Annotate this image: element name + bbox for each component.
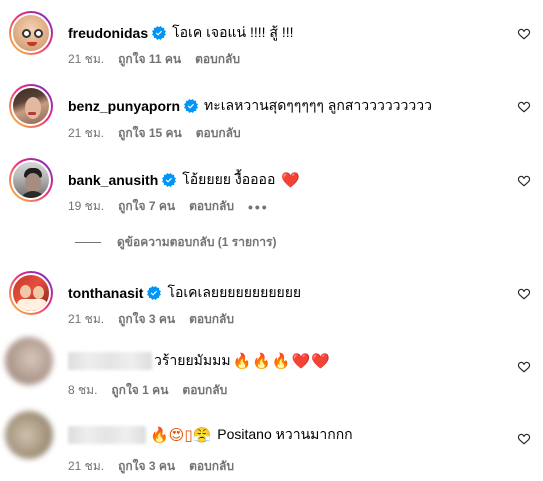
reply-button[interactable]: ตอบกลับ xyxy=(189,310,234,329)
comment-emoji: 🔥🔥🔥❤️❤️ xyxy=(232,352,331,370)
comment-likes[interactable]: ถูกใจ 15 คน xyxy=(118,124,182,143)
heart-outline-icon[interactable] xyxy=(517,174,531,188)
comment-username[interactable]: freudonidas xyxy=(68,25,148,41)
comment-username[interactable] xyxy=(68,352,152,370)
reply-button[interactable]: ตอบกลับ xyxy=(195,50,240,69)
divider xyxy=(75,242,101,243)
heart-outline-icon[interactable] xyxy=(517,360,531,374)
comment-time[interactable]: 8 ชม. xyxy=(68,381,97,400)
reply-button[interactable]: ตอบกลับ xyxy=(182,381,227,400)
comment-time[interactable]: 21 ชม. xyxy=(68,310,104,329)
comment-time[interactable]: 21 ชม. xyxy=(68,457,104,476)
more-options-icon[interactable]: ••• xyxy=(248,199,269,215)
reply-button[interactable]: ตอบกลับ xyxy=(196,124,241,143)
comment-time[interactable]: 21 ชม. xyxy=(68,124,104,143)
avatar[interactable] xyxy=(5,337,53,385)
comment-time[interactable]: 19 ชม. xyxy=(68,197,104,216)
comment-likes[interactable]: ถูกใจ 3 คน xyxy=(118,457,175,476)
heart-outline-icon[interactable] xyxy=(517,287,531,301)
avatar[interactable] xyxy=(9,84,53,128)
comment-username[interactable]: benz_punyaporn xyxy=(68,98,180,114)
comment-username[interactable]: bank_anusith xyxy=(68,172,158,188)
comment-likes[interactable]: ถูกใจ 3 คน xyxy=(118,310,175,329)
reply-button[interactable]: ตอบกลับ xyxy=(189,457,234,476)
heart-outline-icon[interactable] xyxy=(517,432,531,446)
avatar[interactable] xyxy=(5,411,53,459)
avatar[interactable] xyxy=(9,11,53,55)
comment-username[interactable] xyxy=(68,426,146,444)
verified-badge-icon xyxy=(162,173,177,187)
heart-outline-icon[interactable] xyxy=(517,100,531,114)
reply-button[interactable]: ตอบกลับ xyxy=(189,197,234,216)
view-replies-button[interactable]: ดูข้อความตอบกลับ (1 รายการ) xyxy=(75,233,276,252)
avatar[interactable] xyxy=(9,158,53,202)
comment-text: โอเคเลยยยยยยยยยยย xyxy=(167,284,302,300)
view-replies-label: ดูข้อความตอบกลับ (1 รายการ) xyxy=(117,235,277,249)
avatar[interactable] xyxy=(9,271,53,315)
comment-username[interactable]: tonthanasit xyxy=(68,285,143,301)
comment-text: โอเค เจอแน่ !!!! สู้ !!! xyxy=(172,24,294,40)
comment-text: วร้ายยมัมมม xyxy=(154,352,231,368)
comment-emoji: 🔥😍▯😤 xyxy=(150,426,212,444)
verified-badge-icon xyxy=(184,99,199,113)
comment-likes[interactable]: ถูกใจ 1 คน xyxy=(111,381,168,400)
verified-badge-icon xyxy=(147,286,162,300)
comment-likes[interactable]: ถูกใจ 7 คน xyxy=(118,197,175,216)
comment-likes[interactable]: ถูกใจ 11 คน xyxy=(118,50,181,69)
comment-text: Positano หวานมากกก xyxy=(217,426,353,442)
verified-badge-icon xyxy=(152,26,167,40)
comment-emoji: ❤️ xyxy=(281,171,301,189)
heart-outline-icon[interactable] xyxy=(517,27,531,41)
comment-text: ทะเลหวานสุดๆๆๆๆๆ ลูกสาววววววววว xyxy=(204,97,432,113)
comment-text: โอ้ยยยย งื้ออออ xyxy=(182,171,276,187)
comment-time[interactable]: 21 ชม. xyxy=(68,50,104,69)
